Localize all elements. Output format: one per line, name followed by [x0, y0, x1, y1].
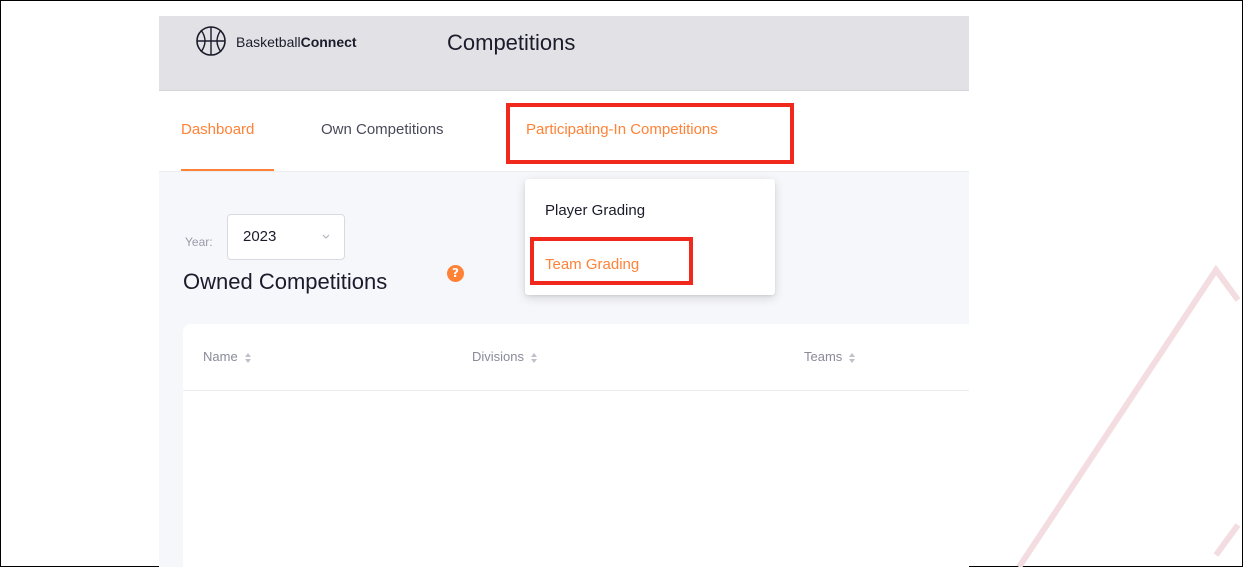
- annotation-highlight-tab: [506, 103, 794, 164]
- column-header-divisions[interactable]: Divisions: [472, 349, 538, 364]
- chevron-down-icon: [322, 234, 330, 239]
- year-value: 2023: [243, 228, 277, 245]
- tab-own-competitions[interactable]: Own Competitions: [321, 121, 444, 138]
- top-header: BasketballConnect Competitions: [159, 16, 969, 91]
- basketball-icon: [196, 26, 226, 56]
- section-title: Owned Competitions: [183, 269, 388, 294]
- sort-icon: [531, 352, 538, 363]
- year-select[interactable]: 2023: [227, 214, 345, 260]
- table-header: Name Divisions Teams: [183, 324, 969, 391]
- brand-name[interactable]: BasketballConnect: [236, 34, 357, 50]
- tab-dashboard[interactable]: Dashboard: [181, 121, 254, 138]
- page-title: Competitions: [447, 30, 576, 55]
- column-header-teams[interactable]: Teams: [804, 349, 856, 364]
- help-icon[interactable]: ?: [447, 265, 464, 282]
- participating-dropdown-menu: Player Grading Team Grading: [525, 179, 775, 295]
- annotation-highlight-menu-item: [530, 237, 693, 285]
- menu-item-player-grading[interactable]: Player Grading: [545, 202, 645, 219]
- sort-icon: [849, 352, 856, 363]
- year-label: Year:: [185, 235, 213, 249]
- competitions-table: Name Divisions Teams: [183, 324, 969, 567]
- column-header-name[interactable]: Name: [203, 349, 252, 364]
- app-window: BasketballConnect Competitions Dashboard…: [159, 16, 969, 567]
- tab-bar: Dashboard Own Competitions Participating…: [159, 91, 969, 172]
- sort-icon: [244, 352, 251, 363]
- active-tab-indicator: [181, 169, 274, 171]
